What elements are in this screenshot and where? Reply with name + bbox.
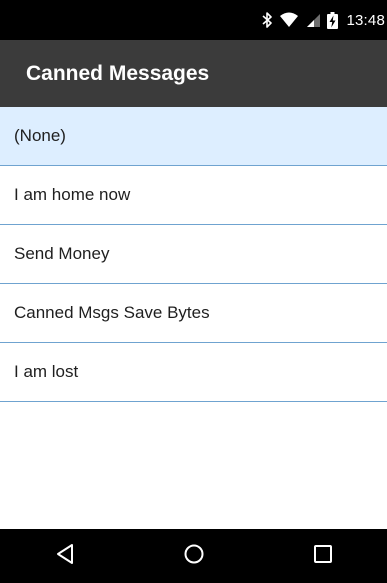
list-item-label: I am lost [14,362,79,381]
cell-signal-icon [305,12,321,28]
home-button[interactable] [159,529,229,583]
list-item-label: (None) [14,126,66,145]
list-item-label: Canned Msgs Save Bytes [14,303,210,322]
list-item-send-money[interactable]: Send Money [0,225,387,284]
back-button[interactable] [30,529,100,583]
bluetooth-icon [261,12,273,28]
list-item-i-am-home-now[interactable]: I am home now [0,166,387,225]
list-item-i-am-lost[interactable]: I am lost [0,343,387,402]
list-item-canned-msgs-save-bytes[interactable]: Canned Msgs Save Bytes [0,284,387,343]
status-icons: 13:48 [261,11,385,29]
navigation-bar [0,529,387,583]
wifi-icon [279,12,299,28]
canned-messages-list: (None) I am home now Send Money Canned M… [0,107,387,402]
home-icon [183,543,205,570]
recents-icon [313,544,333,569]
list-item-label: Send Money [14,244,110,263]
back-icon [55,543,75,570]
recents-button[interactable] [288,529,358,583]
android-screen: 13:48 Canned Messages (None) I am home n… [0,0,387,583]
status-time: 13:48 [346,11,385,29]
app-title: Canned Messages [26,61,210,85]
status-bar: 13:48 [0,0,387,40]
app-bar: Canned Messages [0,40,387,107]
list-item-label: I am home now [14,185,131,204]
list-item-none[interactable]: (None) [0,107,387,166]
battery-charging-icon [327,11,339,29]
